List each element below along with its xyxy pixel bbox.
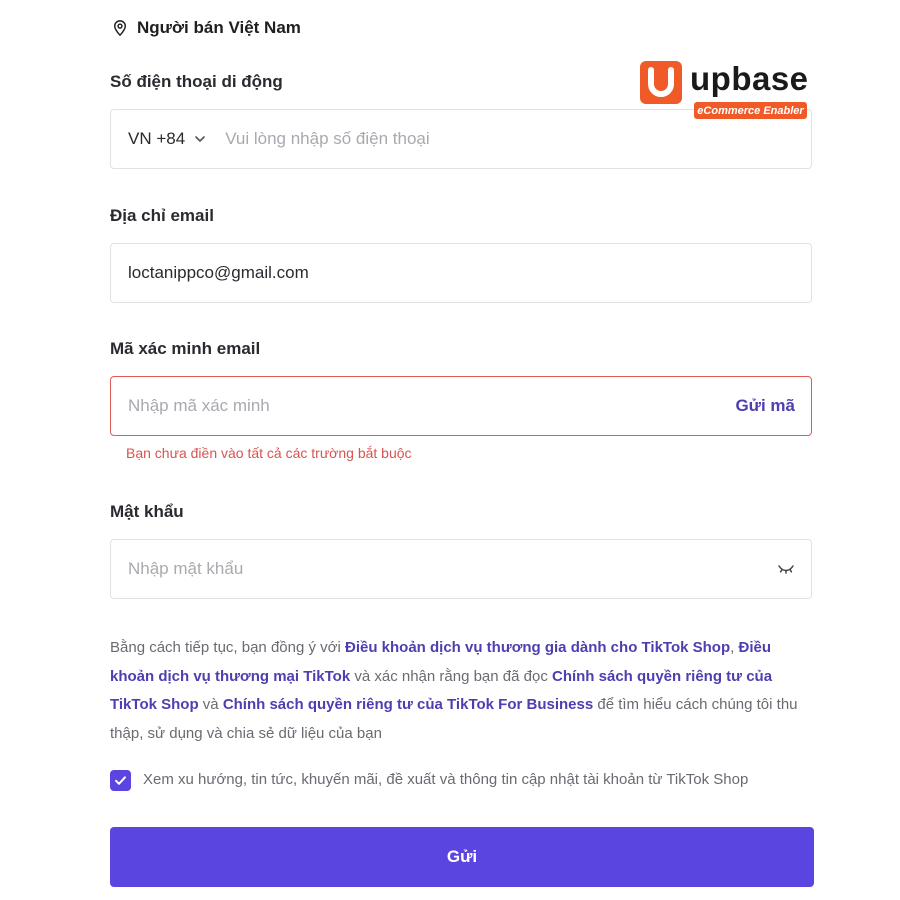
country-code-select[interactable]: VN +84 (128, 129, 207, 149)
submit-button[interactable]: Gửi (110, 827, 814, 887)
merchant-terms-link[interactable]: Điều khoản dịch vụ thương gia dành cho T… (345, 639, 730, 656)
checkmark-icon (115, 776, 126, 785)
upbase-wordmark: upbase (690, 60, 809, 97)
upbase-logo: upbase eCommerce Enabler (640, 60, 810, 121)
subscribe-checkbox[interactable] (110, 770, 131, 791)
business-privacy-policy-link[interactable]: Chính sách quyền riêng tư của TikTok For… (223, 696, 593, 713)
seller-label: Người bán Việt Nam (137, 18, 301, 37)
verify-code-input[interactable] (128, 391, 736, 421)
phone-label: Số điện thoại di động (110, 72, 283, 91)
country-code-value: VN +84 (128, 129, 186, 148)
subscribe-label: Xem xu hướng, tin tức, khuyến mãi, đề xu… (143, 771, 749, 788)
verify-code-label: Mã xác minh email (110, 339, 261, 358)
email-field (110, 243, 812, 303)
verify-code-field: Gửi mã (110, 376, 812, 436)
password-label: Mật khẩu (110, 502, 184, 521)
seller-region: Người bán Việt Nam (111, 16, 301, 40)
password-field (110, 539, 812, 599)
email-input[interactable] (128, 258, 811, 288)
upbase-logo-mark (640, 61, 682, 104)
terms-text-part: và xác nhận rằng bạn đã đọc (350, 667, 552, 685)
required-error-message: Bạn chưa điền vào tất cả các trường bắt … (126, 445, 412, 461)
password-input[interactable] (128, 554, 777, 584)
email-label: Địa chỉ email (110, 206, 214, 225)
u-letter-icon (648, 67, 674, 97)
chevron-down-icon (195, 136, 205, 142)
eye-closed-icon[interactable] (777, 563, 795, 575)
location-pin-icon (113, 20, 127, 37)
send-code-button[interactable]: Gửi mã (735, 396, 795, 416)
upbase-tagline: eCommerce Enabler (694, 102, 807, 119)
terms-text-part: Bằng cách tiếp tục, bạn đồng ý với (110, 639, 345, 656)
terms-text: Bằng cách tiếp tục, bạn đồng ý với Điều … (110, 634, 818, 748)
phone-input[interactable] (225, 124, 811, 154)
terms-text-part: và (198, 696, 223, 713)
